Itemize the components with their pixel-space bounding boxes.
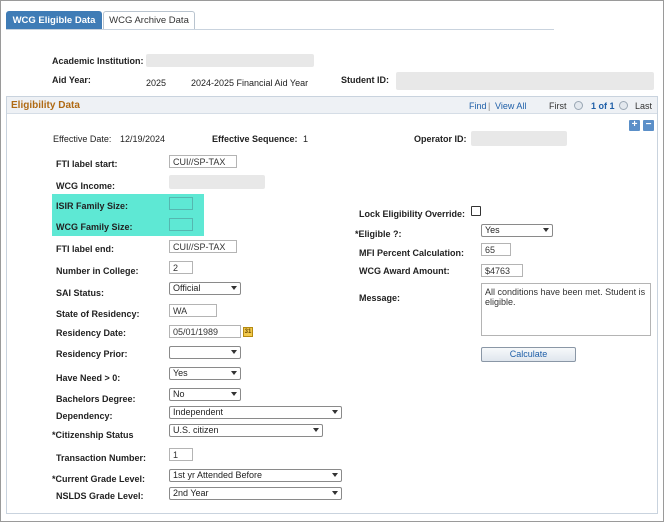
isir-family-size-field[interactable] — [169, 197, 193, 210]
chevron-down-icon — [332, 491, 338, 495]
bachelors-degree-label: Bachelors Degree: — [56, 394, 136, 404]
residency-date-label: Residency Date: — [56, 328, 127, 338]
fti-label-start-field[interactable]: CUI//SP-TAX — [169, 155, 237, 168]
chevron-down-icon — [313, 428, 319, 432]
tab-divider — [6, 29, 554, 30]
state-of-residency-field[interactable]: WA — [169, 304, 217, 317]
isir-family-size-label: ISIR Family Size: — [56, 201, 129, 211]
sai-status-value: Official — [173, 283, 201, 293]
citizenship-status-value: U.S. citizen — [173, 425, 219, 435]
chevron-down-icon — [231, 371, 237, 375]
student-id-label: Student ID: — [341, 75, 389, 85]
effective-sequence-label: Effective Sequence: — [212, 134, 298, 144]
find-link[interactable]: Find — [469, 101, 487, 111]
citizenship-status-select[interactable]: U.S. citizen — [169, 424, 323, 437]
eligible-value: Yes — [485, 225, 500, 235]
link-separator: | — [488, 101, 491, 111]
aid-year-description: 2024-2025 Financial Aid Year — [191, 78, 309, 88]
page-info: 1 of 1 — [591, 101, 615, 111]
section-title: Eligibility Data — [11, 100, 80, 111]
sai-status-select[interactable]: Official — [169, 282, 241, 295]
wcg-award-amount-label: WCG Award Amount: — [359, 266, 450, 276]
residency-prior-label: Residency Prior: — [56, 349, 128, 359]
eligible-select[interactable]: Yes — [481, 224, 553, 237]
student-id-value-redacted — [396, 72, 654, 90]
wcg-family-size-field[interactable] — [169, 218, 193, 231]
aid-year-value: 2025 — [146, 78, 167, 88]
chevron-down-icon — [231, 392, 237, 396]
add-row-icon[interactable]: + — [629, 120, 640, 131]
eligible-label: *Eligible ?: — [355, 229, 402, 239]
calculate-button[interactable]: Calculate — [481, 347, 576, 362]
message-label: Message: — [359, 293, 401, 303]
have-need-label: Have Need > 0: — [56, 373, 121, 383]
fti-label-end-field[interactable]: CUI//SP-TAX — [169, 240, 237, 253]
residency-date-field[interactable]: 05/01/1989 — [169, 325, 241, 338]
chevron-down-icon — [543, 228, 549, 232]
nslds-grade-level-label: NSLDS Grade Level: — [56, 491, 144, 501]
academic-institution-label: Academic Institution: — [52, 56, 144, 66]
transaction-number-label: Transaction Number: — [56, 453, 147, 463]
number-in-college-label: Number in College: — [56, 266, 139, 276]
wcg-family-size-label: WCG Family Size: — [56, 222, 133, 232]
current-grade-level-value: 1st yr Attended Before — [173, 470, 263, 480]
chevron-down-icon — [231, 286, 237, 290]
tab-wcg-archive-data[interactable]: WCG Archive Data — [103, 11, 195, 30]
transaction-number-field[interactable]: 1 — [169, 448, 193, 461]
view-all-link[interactable]: View All — [495, 101, 526, 111]
tab-wcg-eligible-data[interactable]: WCG Eligible Data — [6, 11, 102, 30]
chevron-down-icon — [332, 473, 338, 477]
number-in-college-field[interactable]: 2 — [169, 261, 193, 274]
effective-sequence-value: 1 — [303, 134, 309, 144]
chevron-down-icon — [231, 350, 237, 354]
fti-label-start-label: FTI label start: — [56, 159, 118, 169]
lock-eligibility-override-label: Lock Eligibility Override: — [359, 209, 466, 219]
have-need-select[interactable]: Yes — [169, 367, 241, 380]
dependency-label: Dependency: — [56, 411, 113, 421]
state-of-residency-label: State of Residency: — [56, 309, 140, 319]
message-textarea[interactable]: All conditions have been met. Student is… — [481, 283, 651, 336]
delete-row-icon[interactable]: − — [643, 120, 654, 131]
calendar-icon[interactable]: 31 — [243, 327, 253, 337]
current-grade-level-select[interactable]: 1st yr Attended Before — [169, 469, 342, 482]
effective-date-value: 12/19/2024 — [120, 134, 166, 144]
wcg-income-value-redacted — [169, 175, 265, 189]
dependency-value: Independent — [173, 407, 224, 417]
chevron-down-icon — [332, 410, 338, 414]
fti-label-end-label: FTI label end: — [56, 244, 115, 254]
previous-icon[interactable] — [574, 101, 583, 110]
next-icon[interactable] — [619, 101, 628, 110]
dependency-select[interactable]: Independent — [169, 406, 342, 419]
mfi-percent-calculation-field[interactable]: 65 — [481, 243, 511, 256]
mfi-percent-calculation-label: MFI Percent Calculation: — [359, 248, 465, 258]
operator-id-label: Operator ID: — [414, 134, 467, 144]
citizenship-status-label: *Citizenship Status — [52, 430, 134, 440]
bachelors-degree-select[interactable]: No — [169, 388, 241, 401]
section-header: Eligibility Data Find | View All First 1… — [7, 97, 657, 114]
wcg-award-amount-field[interactable]: $4763 — [481, 264, 523, 277]
residency-prior-select[interactable] — [169, 346, 241, 359]
have-need-value: Yes — [173, 368, 188, 378]
first-label: First — [549, 101, 567, 111]
nslds-grade-level-value: 2nd Year — [173, 488, 209, 498]
sai-status-label: SAI Status: — [56, 288, 105, 298]
effective-date-label: Effective Date: — [53, 134, 112, 144]
bachelors-degree-value: No — [173, 389, 185, 399]
aid-year-label: Aid Year: — [52, 75, 91, 85]
academic-institution-value-redacted — [146, 54, 314, 67]
lock-eligibility-override-checkbox[interactable] — [471, 206, 481, 216]
last-label: Last — [635, 101, 653, 111]
operator-id-value-redacted — [471, 131, 567, 146]
wcg-income-label: WCG Income: — [56, 181, 116, 191]
nslds-grade-level-select[interactable]: 2nd Year — [169, 487, 342, 500]
current-grade-level-label: *Current Grade Level: — [52, 474, 146, 484]
